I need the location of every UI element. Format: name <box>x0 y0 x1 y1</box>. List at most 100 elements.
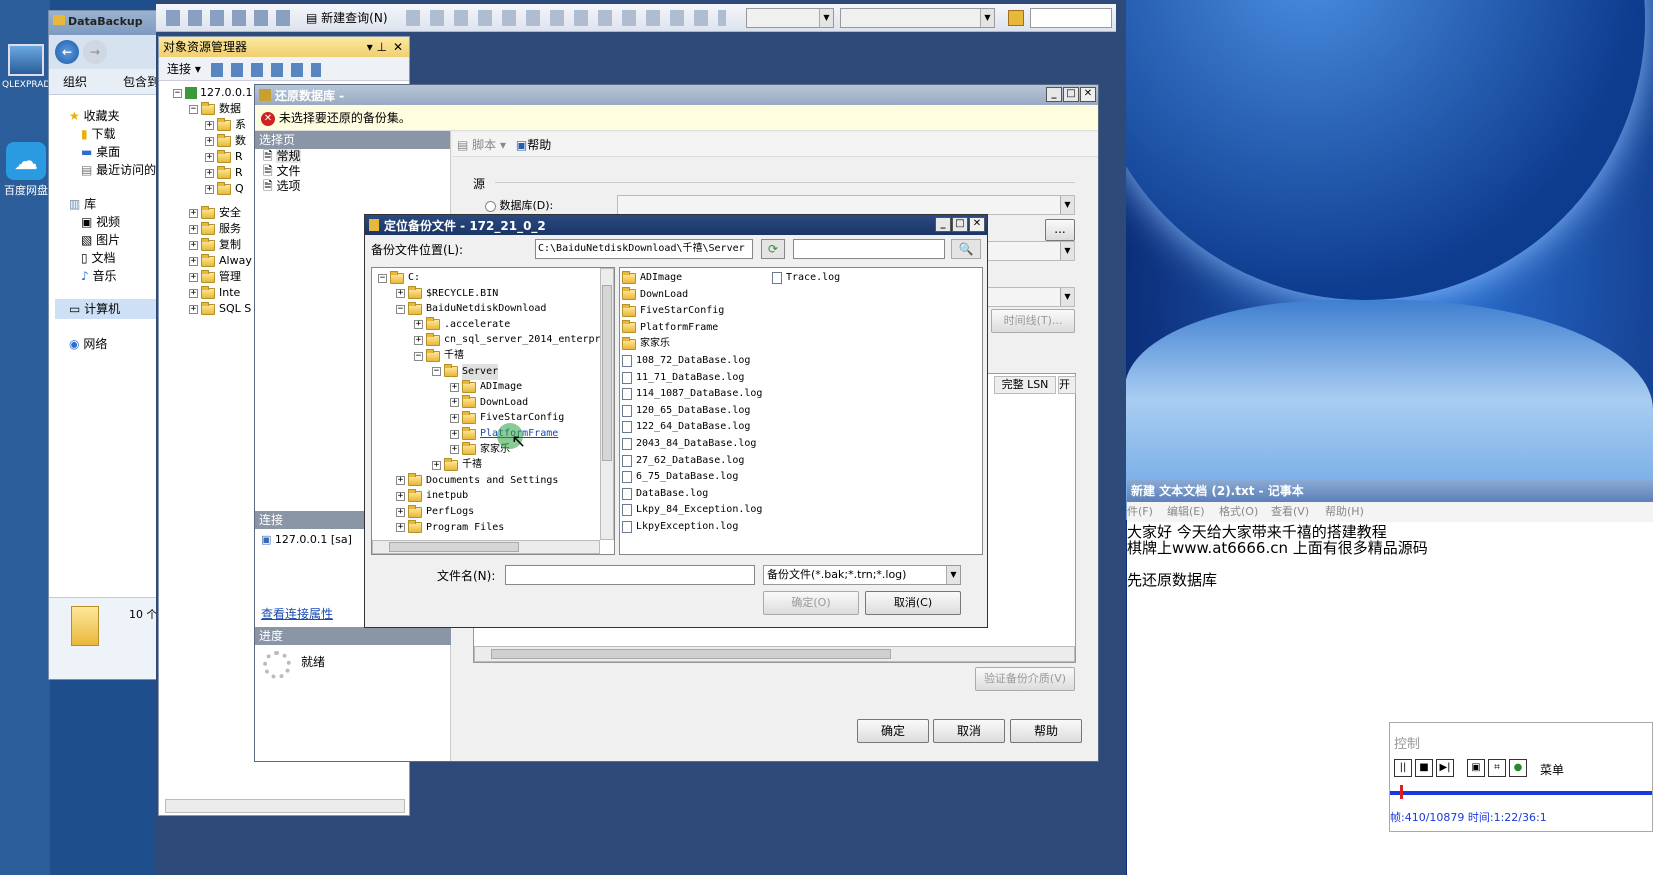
file-item[interactable]: 2043_84_DataBase.log <box>622 436 756 452</box>
oe-node[interactable]: + 系 <box>205 117 246 133</box>
close-button[interactable]: ✕ <box>1080 87 1096 102</box>
oe-node[interactable]: + 管理 <box>189 269 241 285</box>
notepad-titlebar[interactable]: 新建 文本文档 (2).txt - 记事本 <box>1127 480 1653 502</box>
menu-edit[interactable]: 编辑(E) <box>1167 502 1205 522</box>
oe-node[interactable]: + 服务 <box>189 221 241 237</box>
favorites-item[interactable]: ★ 收藏夹 <box>69 107 120 124</box>
connect-button[interactable]: 连接 <box>167 62 191 76</box>
timeline-button[interactable]: 时间线(T)... <box>991 309 1075 333</box>
tree-node[interactable]: + inetpub <box>396 488 468 504</box>
documents-item[interactable]: ▯ 文档 <box>81 249 115 266</box>
grid-hscrollbar[interactable] <box>474 646 1075 662</box>
tree-node[interactable]: + PerfLogs <box>396 504 474 520</box>
oe-node[interactable]: + 数 <box>205 133 246 149</box>
new-query-button[interactable]: ▤ 新建查询(N) <box>306 9 388 26</box>
timeline-track[interactable] <box>1390 791 1652 795</box>
close-icon[interactable]: ✕ <box>393 37 403 57</box>
libraries-item[interactable]: ▥ 库 <box>69 195 96 212</box>
maximize-button[interactable]: □ <box>952 217 968 232</box>
restore-to-select[interactable]: ▼ <box>985 287 1075 307</box>
next-frame-button[interactable]: ▶| <box>1436 759 1454 777</box>
file-item[interactable]: 114_1087_DataBase.log <box>622 386 762 402</box>
solution-dropdown[interactable]: ▼ <box>840 8 995 28</box>
file-item[interactable]: LkpyException.log <box>622 519 738 535</box>
file-item[interactable]: 120_65_DataBase.log <box>622 403 750 419</box>
pictures-item[interactable]: ▧ 图片 <box>81 231 120 248</box>
pin-icon[interactable]: ▾ ⊥ <box>367 37 387 57</box>
database-radio[interactable]: 数据库(D): <box>485 197 553 213</box>
locate-cancel-button[interactable]: 取消(C) <box>865 591 961 615</box>
oe-node[interactable]: − 数据 <box>189 101 241 117</box>
help-dialog-button[interactable]: 帮助 <box>1010 719 1082 743</box>
tree-node[interactable]: + Documents and Settings <box>396 473 558 489</box>
downloads-item[interactable]: ▮ 下载 <box>81 125 115 142</box>
fit-button[interactable]: ⌗ <box>1488 759 1506 777</box>
tree-node[interactable]: − Server <box>432 363 499 380</box>
network-item[interactable]: ◉ 网络 <box>69 335 107 352</box>
filter-select[interactable]: 备份文件(*.bak;*.trn;*.log) ▼ <box>763 565 961 585</box>
tree-node[interactable]: + Program Files <box>396 520 504 536</box>
file-item[interactable]: 122_64_DataBase.log <box>622 419 750 435</box>
desktop-icon-qlexprad[interactable]: QLEXPRAD <box>2 40 50 100</box>
cursor-button[interactable]: ● <box>1509 759 1527 777</box>
oe-node[interactable]: + 复制 <box>189 237 241 253</box>
file-item[interactable]: 108_72_DataBase.log <box>622 353 750 369</box>
minimize-button[interactable]: _ <box>1046 87 1062 102</box>
tree-node[interactable]: − 千禧 <box>414 348 464 364</box>
refresh-button[interactable]: ⟳ <box>761 239 785 259</box>
notepad-text-area[interactable]: 大家好 今天给大家带来千禧的搭建教程 棋牌上www.at6666.cn 上面有很… <box>1127 524 1653 724</box>
explorer-titlebar[interactable]: DataBackup <box>49 11 159 35</box>
tree-node[interactable]: − C: <box>378 270 420 286</box>
tree-node[interactable]: + .accelerate <box>414 317 510 333</box>
view-connection-link[interactable]: 查看连接属性 <box>261 605 333 622</box>
control-menu-button[interactable]: 菜单 <box>1540 761 1564 778</box>
folder-item[interactable]: FiveStarConfig <box>622 303 724 319</box>
desktop-item[interactable]: ▬ 桌面 <box>81 143 120 160</box>
tree-node[interactable]: + $RECYCLE.BIN <box>396 286 498 302</box>
folder-item[interactable]: 家家乐 <box>622 336 670 352</box>
oe-node[interactable]: + R <box>205 149 243 165</box>
file-item[interactable]: 11_71_DataBase.log <box>622 370 744 386</box>
file-item[interactable]: 27_62_DataBase.log <box>622 453 744 469</box>
timeline-marker[interactable] <box>1400 785 1403 799</box>
locate-titlebar[interactable]: 定位备份文件 - 172_21_0_2 _ □ ✕ <box>365 215 987 235</box>
oe-node[interactable]: + Inte <box>189 285 240 301</box>
oe-hscrollbar[interactable] <box>165 799 405 813</box>
recent-item[interactable]: ▤ 最近访问的 <box>81 161 156 178</box>
tree-hscrollbar[interactable] <box>372 540 600 554</box>
scroll-thumb[interactable] <box>602 285 612 461</box>
restore-titlebar[interactable]: 还原数据库 - _ □ ✕ <box>255 85 1098 105</box>
file-item[interactable]: Trace.log <box>772 270 840 286</box>
col-lsn-header[interactable]: 完整 LSN <box>994 376 1056 394</box>
menu-help[interactable]: 帮助(H) <box>1325 502 1364 522</box>
folder-item[interactable]: DownLoad <box>622 287 688 303</box>
oe-node[interactable]: + SQL S <box>189 301 251 317</box>
page-options[interactable]: 🗎 选项 <box>255 179 450 194</box>
file-item[interactable]: Lkpy_84_Exception.log <box>622 502 762 518</box>
server-node[interactable]: −127.0.0.1 <box>173 85 252 101</box>
tree-node[interactable]: + 千禧 <box>432 457 482 473</box>
browse-button[interactable]: ... <box>1045 219 1075 241</box>
search-button[interactable]: 🔍 <box>951 239 981 259</box>
database-dropdown[interactable]: ▼ <box>746 8 834 28</box>
database-select[interactable]: ▼ <box>617 195 1075 215</box>
tree-node[interactable]: + cn_sql_server_2014_enterpr <box>414 332 601 348</box>
tree-node[interactable]: + DownLoad <box>450 395 528 411</box>
organize-button[interactable]: 组织 <box>63 69 87 95</box>
help-button[interactable]: ▣帮助 <box>516 138 551 152</box>
include-button[interactable]: 包含到 <box>123 69 159 95</box>
scroll-thumb[interactable] <box>491 649 891 659</box>
page-files[interactable]: 🗎 文件 <box>255 164 450 179</box>
tree-node[interactable]: + ADImage <box>450 379 522 395</box>
maximize-button[interactable]: □ <box>1063 87 1079 102</box>
stop-button[interactable]: ■ <box>1415 759 1433 777</box>
oe-node[interactable]: + 安全 <box>189 205 241 221</box>
forward-button[interactable]: → <box>83 40 107 64</box>
cancel-button[interactable]: 取消 <box>933 719 1005 743</box>
pause-button[interactable]: || <box>1394 759 1412 777</box>
menu-file[interactable]: 件(F) <box>1127 502 1153 522</box>
device-select[interactable]: ▼ <box>985 241 1075 261</box>
col-start-header[interactable]: 开 <box>1058 376 1076 394</box>
oe-node[interactable]: + Alway <box>189 253 252 269</box>
oe-node[interactable]: + R <box>205 165 243 181</box>
